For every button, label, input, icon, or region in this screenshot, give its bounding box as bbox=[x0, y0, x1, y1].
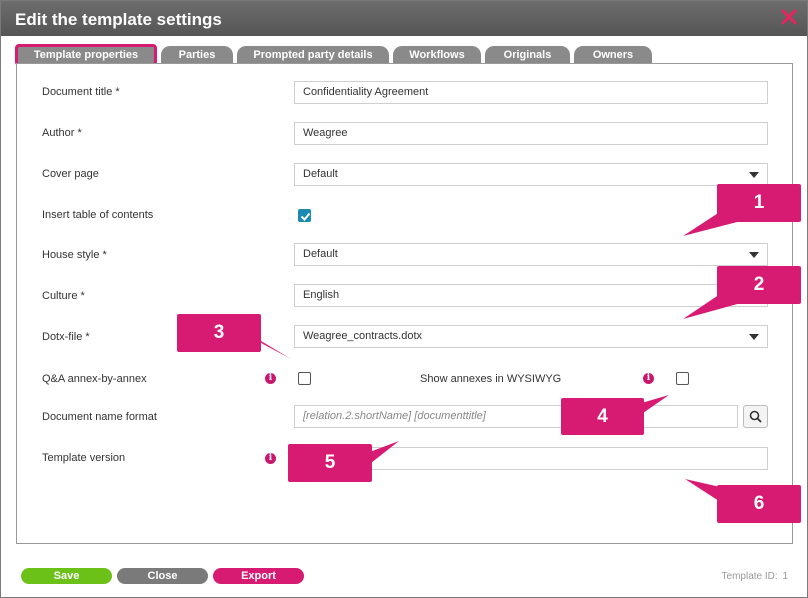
template-id: Template ID: 1 bbox=[720, 571, 788, 582]
tab-workflows[interactable]: Workflows bbox=[393, 46, 481, 64]
doc-name-format-label: Document name format bbox=[42, 411, 157, 423]
culture-input[interactable]: English bbox=[294, 284, 768, 307]
tab-owners[interactable]: Owners bbox=[574, 46, 652, 64]
export-button[interactable]: Export bbox=[213, 568, 304, 584]
insert-toc-label: Insert table of contents bbox=[42, 209, 154, 221]
dotx-file-label: Dotx-file * bbox=[42, 331, 90, 343]
info-icon[interactable]: i bbox=[265, 453, 276, 464]
close-x-icon[interactable] bbox=[781, 8, 797, 26]
template-version-label: Template version bbox=[42, 452, 126, 464]
cover-page-label: Cover page bbox=[42, 168, 99, 180]
checkmark-icon bbox=[300, 212, 311, 221]
template-id-label: Template ID: bbox=[721, 571, 778, 582]
author-input[interactable]: Weagree bbox=[294, 122, 768, 145]
qa-annex-checkbox[interactable] bbox=[298, 372, 311, 385]
dialog-title: Edit the template settings bbox=[15, 10, 222, 29]
house-style-select[interactable]: Default bbox=[294, 243, 768, 266]
show-annexes-checkbox[interactable] bbox=[676, 372, 689, 385]
info-icon[interactable]: i bbox=[265, 373, 276, 384]
insert-toc-checkbox[interactable] bbox=[298, 209, 311, 222]
info-icon[interactable]: i bbox=[643, 373, 654, 384]
callout-2: 2 bbox=[717, 266, 801, 304]
culture-label: Culture * bbox=[42, 290, 85, 302]
tab-parties[interactable]: Parties bbox=[161, 46, 233, 64]
callout-1: 1 bbox=[717, 184, 801, 222]
callout-3: 3 bbox=[177, 314, 261, 352]
callout-6: 6 bbox=[717, 485, 801, 523]
search-icon bbox=[749, 410, 762, 423]
search-button[interactable] bbox=[743, 405, 768, 428]
document-title-input[interactable]: Confidentiality Agreement bbox=[294, 81, 768, 104]
author-label: Author * bbox=[42, 127, 82, 139]
dotx-file-select[interactable]: Weagree_contracts.dotx bbox=[294, 325, 768, 348]
doc-name-format-placeholder: [relation.2.shortName] [documenttitle] bbox=[303, 410, 486, 422]
template-settings-dialog: Edit the template settings Template prop… bbox=[0, 0, 808, 598]
tab-prompted-party-details[interactable]: Prompted party details bbox=[237, 46, 389, 64]
show-annexes-label: Show annexes in WYSIWYG bbox=[420, 373, 562, 385]
close-button[interactable]: Close bbox=[117, 568, 208, 584]
save-button[interactable]: Save bbox=[21, 568, 112, 584]
house-style-label: House style * bbox=[42, 249, 107, 261]
qa-annex-label: Q&A annex-by-annex bbox=[42, 373, 147, 385]
document-title-label: Document title * bbox=[42, 86, 120, 98]
callout-4: 4 bbox=[561, 398, 644, 435]
template-id-value: 1 bbox=[782, 571, 788, 582]
dialog-titlebar: Edit the template settings bbox=[1, 1, 807, 36]
cover-page-select[interactable]: Default bbox=[294, 163, 768, 186]
callout-5: 5 bbox=[288, 444, 372, 482]
tab-originals[interactable]: Originals bbox=[485, 46, 570, 64]
doc-name-format-input[interactable]: [relation.2.shortName] [documenttitle] bbox=[294, 405, 738, 428]
